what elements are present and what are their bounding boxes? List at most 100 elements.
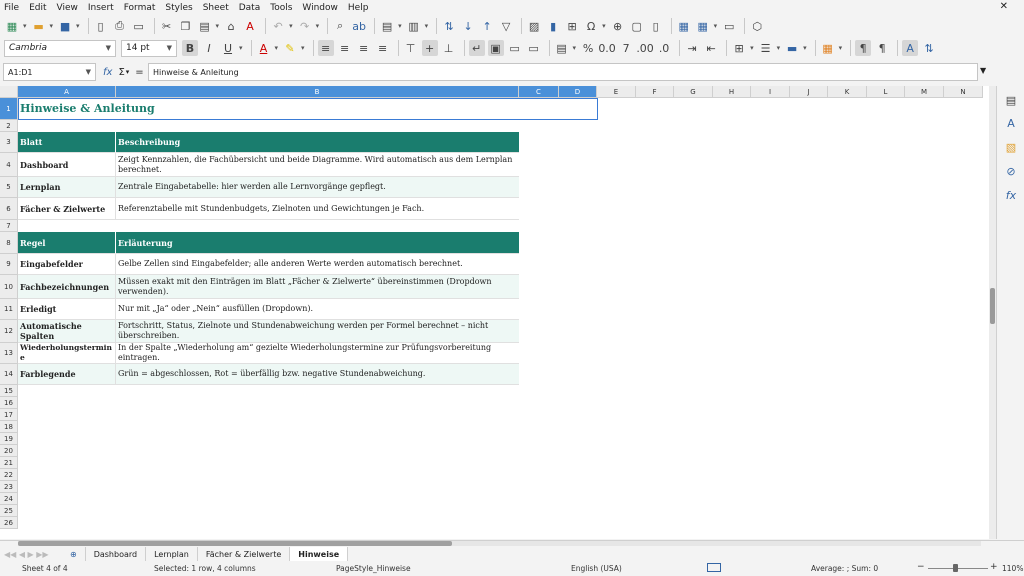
border-style-dropdown-icon[interactable]: ▾ bbox=[777, 44, 781, 52]
currency-dropdown-icon[interactable]: ▾ bbox=[573, 44, 577, 52]
cut-icon[interactable]: ✂ bbox=[159, 18, 175, 34]
table-cell[interactable]: Zentrale Eingabetabelle: hier werden all… bbox=[116, 177, 519, 198]
comment-icon[interactable]: ▢ bbox=[629, 18, 645, 34]
add-decimal-icon[interactable]: .00 bbox=[636, 40, 654, 56]
print-icon[interactable]: ⎙ bbox=[112, 18, 128, 34]
align-left-icon[interactable]: ≡ bbox=[317, 40, 334, 56]
table-cell[interactable]: Gelbe Zellen sind Eingabefelder; alle an… bbox=[116, 254, 519, 275]
delete-decimal-icon[interactable]: .0 bbox=[656, 40, 672, 56]
row-header[interactable]: 16 bbox=[0, 397, 18, 409]
table-cell[interactable]: Lernplan bbox=[18, 177, 116, 198]
row-header[interactable]: 19 bbox=[0, 433, 18, 445]
font-color-icon[interactable]: A bbox=[256, 40, 272, 56]
table-cell[interactable]: Automatische Spalten bbox=[18, 320, 116, 343]
tab-faecher-zielwerte[interactable]: Fächer & Zielwerte bbox=[198, 547, 291, 561]
row-header[interactable]: 6 bbox=[0, 198, 18, 220]
properties-icon[interactable]: A bbox=[1003, 115, 1019, 131]
underline-dropdown-icon[interactable]: ▾ bbox=[239, 44, 243, 52]
redo-icon[interactable]: ↷ bbox=[297, 18, 313, 34]
save-icon[interactable]: ■ bbox=[57, 18, 73, 34]
align-center-icon[interactable]: ≡ bbox=[337, 40, 353, 56]
font-name-box[interactable]: Cambria ▼ bbox=[4, 39, 116, 57]
undo-icon[interactable]: ↶ bbox=[270, 18, 286, 34]
row-header[interactable]: 11 bbox=[0, 299, 18, 320]
row-dropdown-icon[interactable]: ▾ bbox=[398, 22, 402, 30]
align-right-icon[interactable]: ≡ bbox=[356, 40, 372, 56]
italic-icon[interactable]: I bbox=[201, 40, 217, 56]
align-bottom-icon[interactable]: ⊥ bbox=[441, 40, 457, 56]
decrease-indent-icon[interactable]: ⇤ bbox=[703, 40, 719, 56]
table-cell[interactable]: Nur mit „Ja“ oder „Nein“ ausfüllen (Drop… bbox=[116, 299, 519, 320]
status-language[interactable]: English (USA) bbox=[571, 564, 622, 573]
hyperlink-icon[interactable]: ⊕ bbox=[610, 18, 626, 34]
status-zoom[interactable]: 110% bbox=[1002, 564, 1023, 573]
column-header-l[interactable]: L bbox=[867, 86, 905, 98]
percent-format-icon[interactable]: % bbox=[580, 40, 596, 56]
menu-help[interactable]: Help bbox=[348, 3, 369, 13]
border-style-icon[interactable]: ☰ bbox=[758, 40, 774, 56]
zoom-out-icon[interactable]: − bbox=[917, 562, 925, 572]
wrap-text-icon[interactable]: ↵ bbox=[468, 40, 485, 56]
right-to-left-icon[interactable]: ¶ bbox=[874, 40, 890, 56]
conditional-format-icon[interactable]: ▦ bbox=[820, 40, 836, 56]
row-header[interactable]: 22 bbox=[0, 469, 18, 481]
underline-icon[interactable]: U bbox=[220, 40, 236, 56]
text-orientation-icon[interactable]: A bbox=[902, 40, 919, 56]
row-header[interactable]: 17 bbox=[0, 409, 18, 421]
formula-icon[interactable]: = bbox=[135, 67, 143, 78]
row-header[interactable]: 3 bbox=[0, 132, 18, 153]
column-header-j[interactable]: J bbox=[790, 86, 828, 98]
row-header[interactable]: 23 bbox=[0, 481, 18, 493]
column-header-h[interactable]: H bbox=[713, 86, 751, 98]
clone-formatting-icon[interactable]: ⌂ bbox=[223, 18, 239, 34]
column-header-n[interactable]: N bbox=[944, 86, 983, 98]
formula-input[interactable]: Hinweise & Anleitung bbox=[148, 63, 978, 81]
column-header-a[interactable]: A bbox=[18, 86, 116, 98]
define-print-area-icon[interactable]: ▦ bbox=[676, 18, 692, 34]
autosum-icon[interactable]: Σ bbox=[118, 67, 124, 78]
menu-styles[interactable]: Styles bbox=[165, 3, 192, 13]
column-header-b[interactable]: B bbox=[116, 86, 519, 98]
navigator-icon[interactable]: ⊘ bbox=[1003, 163, 1019, 179]
table-cell[interactable]: In der Spalte „Wiederholung am“ gezielte… bbox=[116, 343, 519, 364]
font-size-box[interactable]: 14 pt ▼ bbox=[121, 39, 177, 57]
menu-view[interactable]: View bbox=[57, 3, 78, 13]
background-color-icon[interactable]: ✎ bbox=[282, 40, 298, 56]
sort-descending-icon[interactable]: ↑ bbox=[479, 18, 495, 34]
borders-icon[interactable]: ⊞ bbox=[731, 40, 747, 56]
status-summary[interactable]: Average: ; Sum: 0 bbox=[811, 564, 878, 573]
row-header[interactable]: 20 bbox=[0, 445, 18, 457]
table-header-cell[interactable]: Blatt bbox=[18, 132, 116, 153]
unmerge-cells-icon[interactable]: ▭ bbox=[526, 40, 542, 56]
table-cell[interactable]: Zeigt Kennzahlen, die Fachübersicht und … bbox=[116, 153, 519, 177]
table-cell[interactable]: Eingabefelder bbox=[18, 254, 116, 275]
border-color-icon[interactable]: ▬ bbox=[784, 40, 800, 56]
table-header-cell[interactable]: Erläuterung bbox=[116, 232, 519, 254]
center-vertically-icon[interactable]: + bbox=[421, 40, 438, 56]
table-cell[interactable]: Müssen exakt mit den Einträgen im Blatt … bbox=[116, 275, 519, 299]
select-all-corner[interactable] bbox=[0, 86, 18, 98]
export-pdf-icon[interactable]: ▯ bbox=[93, 18, 109, 34]
date-format-icon[interactable]: 7 bbox=[618, 40, 634, 56]
row-header[interactable]: 26 bbox=[0, 517, 18, 529]
table-cell[interactable]: Referenztabelle mit Stundenbudgets, Ziel… bbox=[116, 198, 519, 220]
row-header[interactable]: 14 bbox=[0, 364, 18, 385]
new-document-icon[interactable]: ▦ bbox=[4, 18, 20, 34]
headers-footers-icon[interactable]: ▯ bbox=[648, 18, 664, 34]
menu-tools[interactable]: Tools bbox=[270, 3, 292, 13]
column-header-i[interactable]: I bbox=[751, 86, 790, 98]
column-dropdown-icon[interactable]: ▾ bbox=[425, 22, 429, 30]
row-header[interactable]: 25 bbox=[0, 505, 18, 517]
merge-cells-icon[interactable]: ▭ bbox=[507, 40, 523, 56]
column-icon[interactable]: ▥ bbox=[406, 18, 422, 34]
sort-ascending-icon[interactable]: ↓ bbox=[460, 18, 476, 34]
row-header[interactable]: 18 bbox=[0, 421, 18, 433]
font-color-dropdown-icon[interactable]: ▾ bbox=[275, 44, 279, 52]
horizontal-scrollbar-thumb[interactable] bbox=[18, 541, 452, 546]
table-cell[interactable]: Wiederholungstermine bbox=[18, 343, 116, 364]
menu-window[interactable]: Window bbox=[302, 3, 338, 13]
row-header[interactable]: 15 bbox=[0, 385, 18, 397]
chevron-down-icon[interactable]: ▼ bbox=[167, 44, 172, 52]
row-header[interactable]: 1 bbox=[0, 98, 18, 120]
merge-center-icon[interactable]: ▣ bbox=[487, 40, 504, 56]
